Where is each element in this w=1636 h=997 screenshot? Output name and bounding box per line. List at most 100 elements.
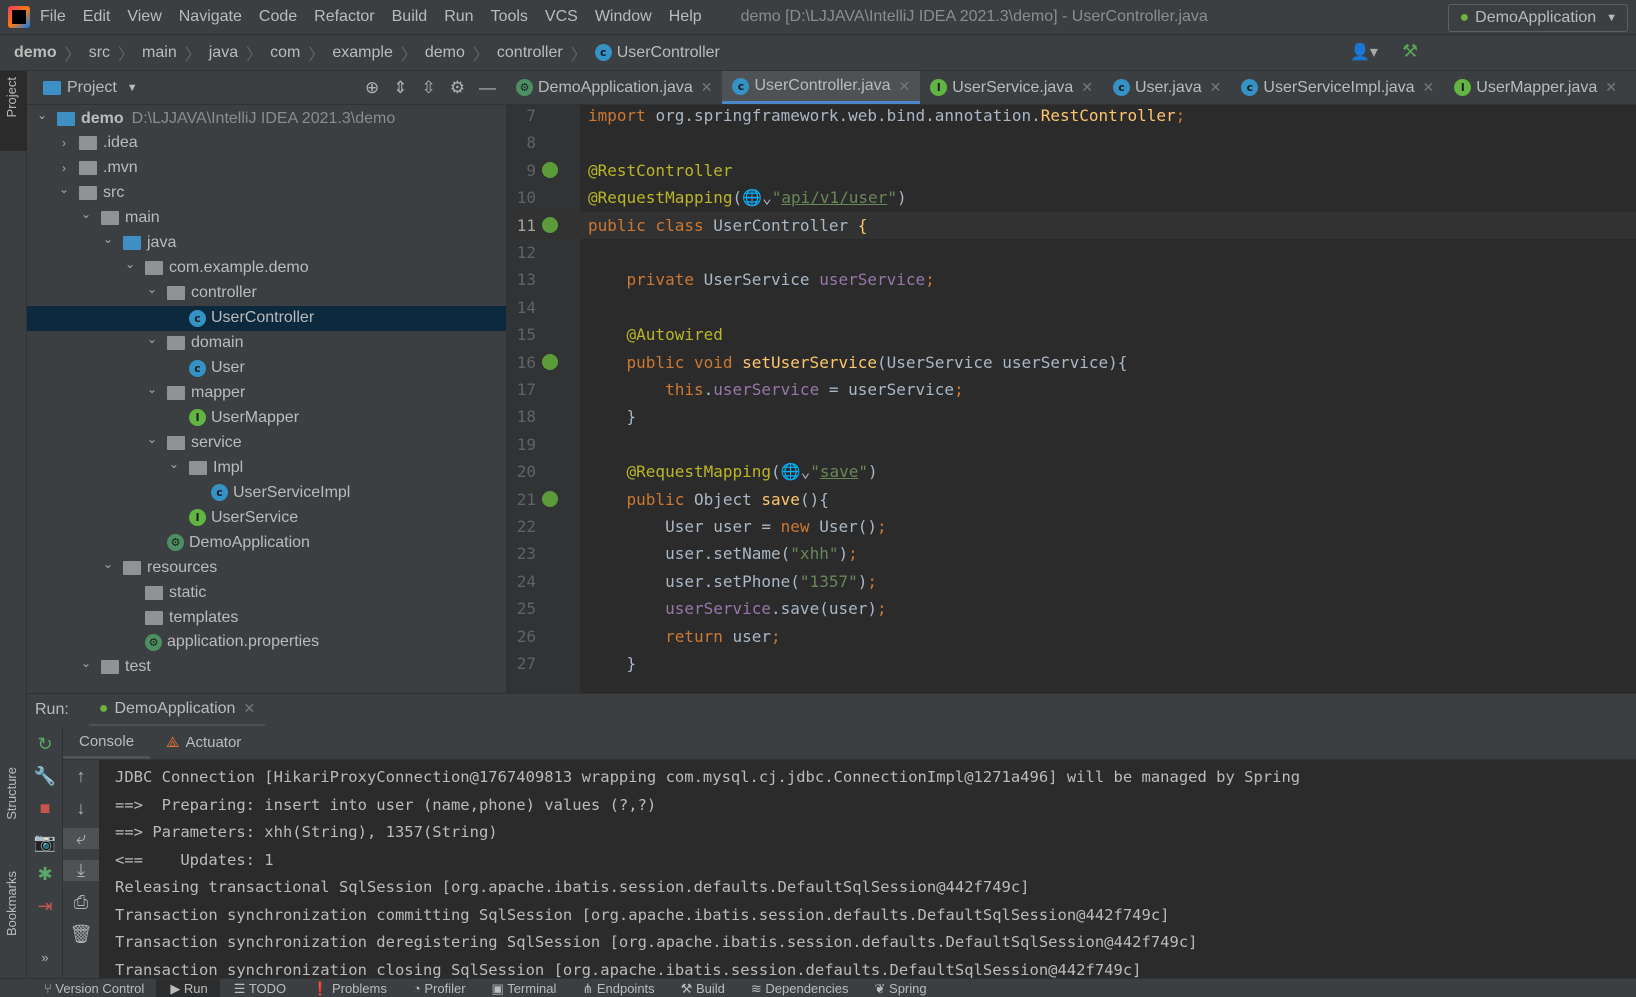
menu-refactor[interactable]: Refactor xyxy=(314,8,374,26)
trash-icon[interactable]: 🗑 xyxy=(63,924,99,945)
tool-window-todo[interactable]: ☰ TODO xyxy=(220,979,298,997)
gear-icon[interactable]: ⚙ xyxy=(450,78,465,98)
menu-tools[interactable]: Tools xyxy=(491,8,528,26)
spring-bean-gutter-icon[interactable] xyxy=(542,216,558,233)
breadcrumb-item[interactable]: src xyxy=(89,44,110,62)
tab-userservice[interactable]: I UserService.java ✕ xyxy=(920,71,1103,104)
tab-usermapper[interactable]: I UserMapper.java ✕ xyxy=(1444,71,1627,104)
menu-edit[interactable]: Edit xyxy=(83,8,111,26)
arrow-up-icon[interactable]: ↑ xyxy=(63,766,99,787)
menu-vcs[interactable]: VCS xyxy=(545,8,578,26)
debug-icon[interactable]: ✱ xyxy=(27,864,63,885)
tree-item[interactable]: ⚙ DemoApplication xyxy=(27,530,506,555)
tree-item[interactable]: c User xyxy=(27,356,506,381)
tree-item[interactable]: c UserServiceImpl xyxy=(27,480,506,505)
menu-navigate[interactable]: Navigate xyxy=(179,8,242,26)
bookmarks-tool-button[interactable]: Bookmarks xyxy=(4,871,19,936)
tree-item[interactable]: ⌄ resources xyxy=(27,555,506,580)
tree-item[interactable]: ⌄ domain xyxy=(27,331,506,356)
structure-tool-button[interactable]: Structure xyxy=(4,767,19,820)
close-icon[interactable]: ✕ xyxy=(1210,79,1222,96)
tool-window-run[interactable]: ▶ Run xyxy=(156,979,220,997)
chevron-down-icon[interactable]: ⌄ xyxy=(167,457,181,471)
tool-window-problems[interactable]: ❗ Problems xyxy=(298,979,399,997)
arrow-down-icon[interactable]: ↓ xyxy=(63,798,99,819)
run-tab-demoapplication[interactable]: ● DemoApplication ✕ xyxy=(88,694,266,727)
tab-console[interactable]: Console xyxy=(63,726,151,759)
spring-bean-gutter-icon[interactable] xyxy=(542,353,558,370)
tree-item[interactable]: ⌄ test xyxy=(27,655,506,680)
chevron-down-icon[interactable]: ⌄ xyxy=(145,332,159,346)
camera-icon[interactable]: 📷 xyxy=(27,832,63,853)
chevron-right-icon[interactable]: › xyxy=(57,161,71,175)
chevron-down-icon[interactable]: ⌄ xyxy=(35,108,49,122)
wrench-icon[interactable]: 🔧 xyxy=(27,766,63,787)
breadcrumb-item[interactable]: example xyxy=(332,44,392,62)
run-configuration-selector[interactable]: ● DemoApplication ▼ xyxy=(1448,4,1628,32)
close-icon[interactable]: ✕ xyxy=(243,700,255,717)
tab-userserviceimpl[interactable]: c UserServiceImpl.java ✕ xyxy=(1231,71,1444,104)
locate-icon[interactable]: ⊕ xyxy=(365,78,379,98)
expand-all-icon[interactable]: ⇕ xyxy=(393,78,407,98)
breadcrumb-item[interactable]: java xyxy=(209,44,238,62)
chevron-down-icon[interactable]: ⌄ xyxy=(123,257,137,271)
tree-item[interactable]: static xyxy=(27,580,506,605)
tree-item[interactable]: ⌄ main xyxy=(27,206,506,231)
tree-item[interactable]: ⚙ application.properties xyxy=(27,630,506,655)
tool-window-version-control[interactable]: ⑂ Version Control xyxy=(30,979,156,997)
tree-item[interactable]: ⌄ controller xyxy=(27,281,506,306)
menu-run[interactable]: Run xyxy=(444,8,473,26)
chevron-down-icon[interactable]: ⌄ xyxy=(101,557,115,571)
spring-bean-gutter-icon[interactable] xyxy=(542,490,558,507)
tab-usercontroller[interactable]: c UserController.java ✕ xyxy=(722,71,921,104)
project-tool-button[interactable]: Project xyxy=(4,77,19,117)
tool-window-profiler[interactable]: ◔ Profiler xyxy=(399,979,478,997)
console-output[interactable]: JDBC Connection [HikariProxyConnection@1… xyxy=(99,760,1636,978)
breadcrumb-item[interactable]: com xyxy=(270,44,300,62)
scroll-to-end-icon[interactable]: ⤓ xyxy=(63,860,99,881)
project-view-selector[interactable]: Project xyxy=(67,79,117,97)
menu-help[interactable]: Help xyxy=(669,8,702,26)
breadcrumb-item[interactable]: demo xyxy=(14,44,57,62)
build-hammer-icon[interactable]: ⚒ xyxy=(1402,41,1418,62)
code-editor[interactable]: 7 import org.springframework.web.bind.ann… xyxy=(506,105,1636,693)
breadcrumb-item[interactable]: main xyxy=(142,44,177,62)
tree-item[interactable]: ⌄ src xyxy=(27,181,506,206)
tool-window-spring[interactable]: ❦ Spring xyxy=(861,979,939,997)
chevron-down-icon[interactable]: ▼ xyxy=(127,82,138,94)
tree-item[interactable]: I UserService xyxy=(27,505,506,530)
stop-icon[interactable]: ■ xyxy=(27,798,63,819)
breadcrumb-item[interactable]: demo xyxy=(425,44,465,62)
collapse-all-icon[interactable]: ⇳ xyxy=(422,78,436,98)
soft-wrap-icon[interactable]: ⤶ xyxy=(63,828,99,849)
tab-actuator[interactable]: ⟁ Actuator xyxy=(150,726,257,759)
menu-window[interactable]: Window xyxy=(595,8,652,26)
chevron-down-icon[interactable]: ⌄ xyxy=(101,232,115,246)
tool-window-endpoints[interactable]: ⋔ Endpoints xyxy=(568,979,666,997)
close-icon[interactable]: ✕ xyxy=(1081,79,1093,96)
menu-code[interactable]: Code xyxy=(259,8,297,26)
breadcrumb-item[interactable]: controller xyxy=(497,44,563,62)
chevron-down-icon[interactable]: ⌄ xyxy=(145,282,159,296)
more-icon[interactable]: » xyxy=(27,950,63,965)
tab-user[interactable]: c User.java ✕ xyxy=(1103,71,1231,104)
tree-item[interactable]: ⌄ service xyxy=(27,430,506,455)
menu-build[interactable]: Build xyxy=(392,8,428,26)
rerun-icon[interactable]: ↻ xyxy=(27,734,63,755)
close-icon[interactable]: ✕ xyxy=(1605,79,1617,96)
user-icon[interactable]: 👤▾ xyxy=(1350,42,1378,62)
breadcrumb-item[interactable]: UserController xyxy=(617,44,720,62)
chevron-down-icon[interactable]: ⌄ xyxy=(57,182,71,196)
tree-item[interactable]: ⌄ com.example.demo xyxy=(27,256,506,281)
chevron-down-icon[interactable]: ⌄ xyxy=(79,656,93,670)
spring-bean-gutter-icon[interactable] xyxy=(542,161,558,178)
chevron-down-icon[interactable]: ⌄ xyxy=(145,432,159,446)
tree-item[interactable]: ⌄ mapper xyxy=(27,380,506,405)
tree-item[interactable]: ⌄ Impl xyxy=(27,455,506,480)
exit-icon[interactable]: ⇥ xyxy=(27,896,63,917)
close-icon[interactable]: ✕ xyxy=(899,78,911,95)
close-icon[interactable]: ✕ xyxy=(1423,79,1435,96)
tree-item[interactable]: I UserMapper xyxy=(27,405,506,430)
tree-item[interactable]: ⌄ java xyxy=(27,231,506,256)
print-icon[interactable]: ⎙ xyxy=(63,892,99,913)
